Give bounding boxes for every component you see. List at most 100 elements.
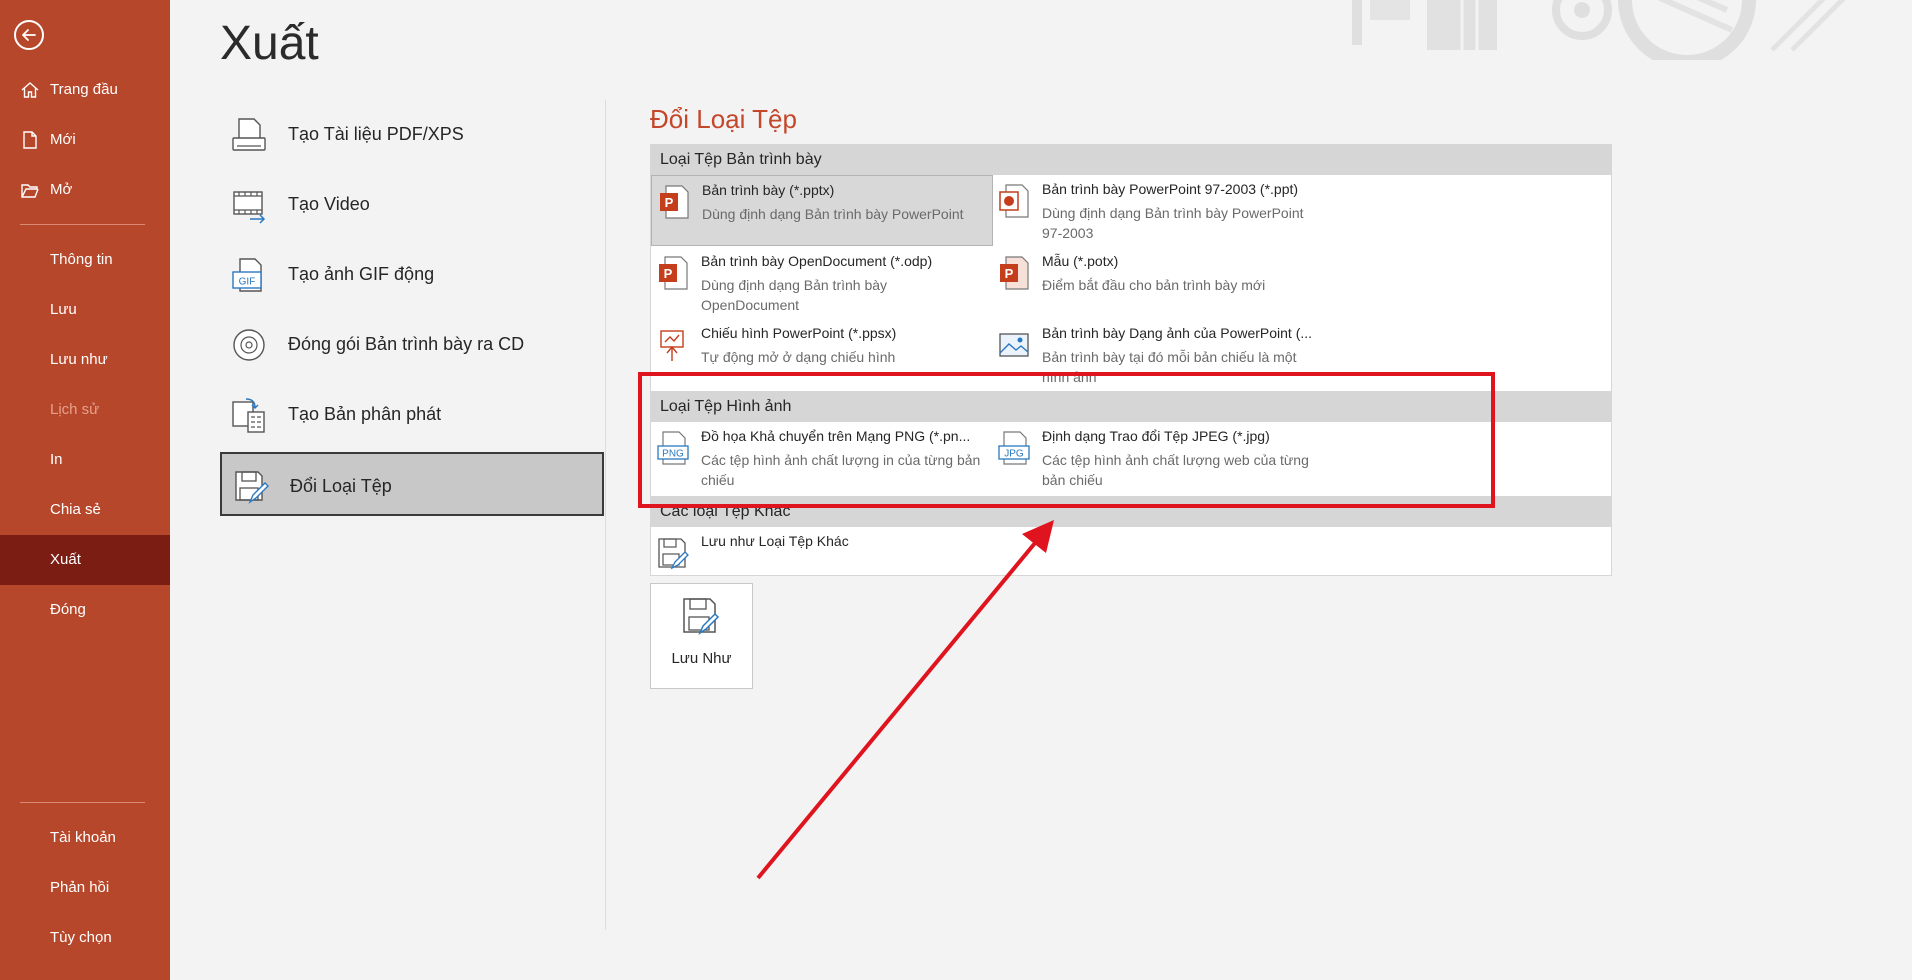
file-type-title: Bản trình bày (*.pptx) (702, 182, 835, 198)
sidebar-item-label: Đóng (50, 601, 86, 618)
jpg-badge-text: JPG (1004, 449, 1024, 460)
arrow-left-icon (22, 29, 36, 41)
sidebar-item-label: Lưu (50, 301, 77, 318)
file-type-odp[interactable]: P Bản trình bày OpenDocument (*.odp) Dùn… (651, 247, 993, 318)
export-option-video[interactable]: Tạo Video (220, 172, 604, 236)
sidebar-item-options[interactable]: Tùy chọn (0, 913, 170, 963)
open-folder-icon (21, 184, 39, 198)
file-type-title: Bản trình bày OpenDocument (*.odp) (701, 253, 933, 269)
file-type-title: Bản trình bày PowerPoint 97-2003 (*.ppt) (1042, 181, 1299, 197)
sidebar-item-label: Tùy chọn (50, 929, 112, 946)
potx-icon: P (1000, 256, 1029, 290)
sidebar-item-print[interactable]: In (0, 435, 170, 485)
export-option-label: Tạo Video (288, 194, 370, 214)
export-option-label: Đổi Loại Tệp (290, 476, 392, 496)
export-option-handouts[interactable]: Tạo Bản phân phát (220, 382, 604, 446)
file-type-desc: Dùng định dạng Bản trình bày PowerPoint … (1042, 205, 1304, 241)
sidebar-item-save[interactable]: Lưu (0, 285, 170, 335)
file-type-jpg[interactable]: JPG Định dạng Trao đổi Tệp JPEG (*.jpg) … (992, 422, 1334, 493)
sidebar-item-label: Tài khoản (50, 829, 116, 846)
sidebar-item-account[interactable]: Tài khoản (0, 813, 170, 863)
file-type-desc: Dùng định dạng Bản trình bày OpenDocumen… (701, 277, 888, 313)
sidebar-item-export[interactable]: Xuất (0, 535, 170, 585)
file-type-desc: Các tệp hình ảnh chất lượng web của từng… (1042, 452, 1309, 488)
sidebar-item-label: Chia sẻ (50, 501, 101, 518)
video-icon (233, 191, 266, 224)
file-type-ppsx[interactable]: Chiếu hình PowerPoint (*.ppsx) Tự động m… (651, 319, 993, 390)
group-header-other-types: Các loại Tệp Khác (650, 496, 1612, 527)
sidebar-item-new[interactable]: Mới (0, 115, 170, 165)
sidebar-item-label: Phản hồi (50, 879, 110, 896)
file-type-picture-presentation[interactable]: Bản trình bày Dạng ảnh của PowerPoint (.… (992, 319, 1334, 390)
group-header-presentation-types: Loại Tệp Bản trình bày (650, 144, 1612, 175)
png-icon: PNG (657, 431, 689, 465)
file-type-potx[interactable]: P Mẫu (*.potx) Điểm bắt đầu cho bản trìn… (992, 247, 1334, 318)
file-type-title: Chiếu hình PowerPoint (*.ppsx) (701, 325, 897, 341)
pptx-icon: P (660, 185, 689, 219)
page-title: Xuất (220, 17, 319, 70)
pdf-xps-icon (232, 118, 266, 151)
file-type-pptx[interactable]: P Bản trình bày (*.pptx) Dùng định dạng … (651, 175, 993, 246)
file-type-title: Đồ họa Khả chuyển trên Mạng PNG (*.pn... (701, 428, 971, 444)
backstage-sidebar: Trang đầu Mới Mở Thông tin Lưu Lưu như L… (0, 0, 170, 980)
save-as-button[interactable]: Lưu Như (650, 583, 753, 689)
sidebar-item-open[interactable]: Mở (0, 165, 170, 215)
export-option-label: Tạo Tài liệu PDF/XPS (288, 124, 464, 144)
sidebar-item-info[interactable]: Thông tin (0, 235, 170, 285)
save-as-label: Lưu Như (671, 650, 732, 667)
export-option-label: Đóng gói Bản trình bày ra CD (288, 334, 525, 354)
export-option-label: Tạo Bản phân phát (288, 404, 442, 424)
sidebar-divider (20, 224, 145, 225)
export-option-gif[interactable]: GIF Tạo ảnh GIF động (220, 242, 604, 306)
file-type-title: Định dạng Trao đổi Tệp JPEG (*.jpg) (1042, 428, 1270, 444)
file-type-ppt[interactable]: Bản trình bày PowerPoint 97-2003 (*.ppt)… (992, 175, 1334, 246)
export-option-package-cd[interactable]: Đóng gói Bản trình bày ra CD (220, 312, 604, 376)
export-option-label: Tạo ảnh GIF động (288, 264, 435, 284)
svg-text:P: P (665, 195, 674, 210)
sidebar-item-label: Mở (50, 181, 73, 198)
sidebar-divider (20, 802, 145, 803)
save-as-icon (683, 598, 720, 636)
other-file-type-icon (658, 538, 689, 570)
cd-icon (233, 329, 265, 361)
gif-badge-text: GIF (239, 277, 256, 288)
sidebar-item-close[interactable]: Đóng (0, 585, 170, 635)
sidebar-item-label: Xuất (50, 551, 81, 568)
change-file-type-icon (235, 471, 269, 504)
group-header-image-types: Loại Tệp Hình ảnh (650, 391, 1612, 422)
odp-icon: P (659, 256, 688, 290)
file-type-desc: Điểm bắt đầu cho bản trình bày mới (1042, 277, 1266, 293)
file-type-png[interactable]: PNG Đồ họa Khả chuyển trên Mạng PNG (*.p… (651, 422, 993, 493)
file-type-desc: Bản trình bày tại đó mỗi bản chiếu là mộ… (1042, 349, 1297, 385)
picture-presentation-icon (999, 333, 1029, 357)
jpg-icon: JPG (998, 431, 1030, 465)
file-type-other[interactable]: Lưu như Loại Tệp Khác (651, 527, 993, 575)
file-type-title: Mẫu (*.potx) (1042, 253, 1119, 269)
back-button[interactable] (14, 20, 44, 50)
sidebar-item-home[interactable]: Trang đầu (0, 65, 170, 115)
ppt-icon (999, 184, 1029, 218)
file-type-title: Lưu như Loại Tệp Khác (701, 533, 849, 549)
sidebar-item-label: In (50, 451, 63, 468)
ppsx-icon (660, 330, 684, 361)
export-option-pdf[interactable]: Tạo Tài liệu PDF/XPS (220, 102, 604, 166)
png-badge-text: PNG (662, 449, 684, 460)
handouts-icon (232, 398, 265, 433)
panel-title: Đổi Loại Tệp (650, 104, 797, 134)
column-divider (605, 100, 606, 930)
sidebar-item-save-as[interactable]: Lưu như (0, 335, 170, 385)
sidebar-item-feedback[interactable]: Phản hồi (0, 863, 170, 913)
export-option-change-file-type[interactable]: Đổi Loại Tệp (220, 452, 604, 516)
file-type-desc: Tự động mở ở dạng chiếu hình (701, 349, 896, 365)
sidebar-item-history: Lịch sử (0, 385, 170, 435)
sidebar-item-share[interactable]: Chia sẻ (0, 485, 170, 535)
home-icon (21, 82, 39, 98)
sidebar-item-label: Thông tin (50, 251, 113, 268)
gif-icon: GIF (232, 258, 262, 292)
sidebar-item-label: Trang đầu (50, 81, 118, 98)
sidebar-item-label: Mới (50, 131, 76, 148)
file-type-desc: Các tệp hình ảnh chất lượng in của từng … (701, 452, 981, 488)
svg-text:P: P (1005, 266, 1014, 281)
file-type-desc: Dùng định dạng Bản trình bày PowerPoint (702, 206, 964, 222)
svg-text:P: P (664, 266, 673, 281)
